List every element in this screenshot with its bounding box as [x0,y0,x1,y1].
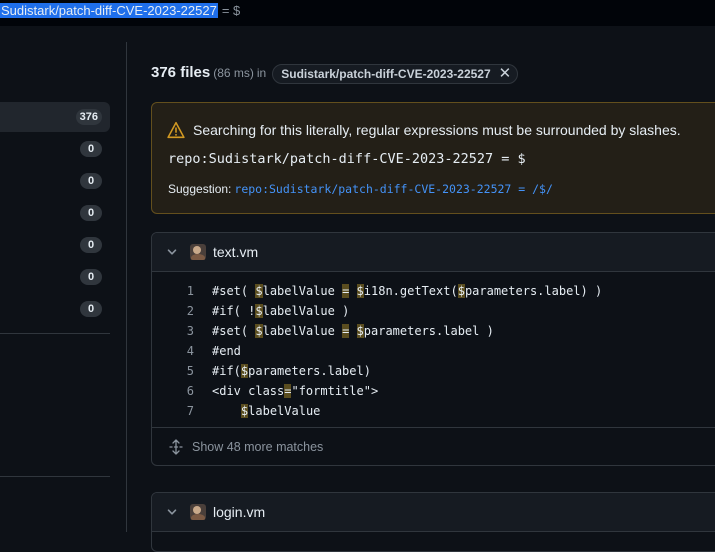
code-line: 5 #if($parameters.label) [152,361,715,381]
line-number[interactable]: 7 [172,401,194,421]
code-line: 2 #if( !$labelValue ) [152,301,715,321]
file-name-link[interactable]: login.vm [213,504,265,520]
warning-query: repo:Sudistark/patch-diff-CVE-2023-22527… [168,151,526,167]
code-snippet: 1 #set( $labelValue = $i18n.getText($para… [152,272,715,427]
code-text: #end [212,344,241,358]
alert-icon [167,121,185,139]
result-card: text.vm 1 #set( $labelValue = $i18n.getTe… [151,232,715,466]
filter-item[interactable]: 0 [0,166,110,196]
repo-filter-chip: Sudistark/patch-diff-CVE-2023-22527 ✕ [272,63,519,84]
code-text: $labelValue [240,404,321,418]
suggestion: Suggestion: repo:Sudistark/patch-diff-CVE… [168,182,553,196]
filter-item[interactable]: 0 [0,134,110,164]
chevron-down-icon[interactable] [166,246,178,258]
result-card: login.vm [151,492,715,552]
suggestion-label: Suggestion: [168,182,232,196]
results-count: 376 files [151,64,211,81]
sidebar-divider [0,476,110,477]
suggestion-link[interactable]: repo:Sudistark/patch-diff-CVE-2023-22527… [234,182,553,196]
result-card-header[interactable]: login.vm [152,493,715,532]
close-icon[interactable]: ✕ [499,65,512,83]
show-more-matches-label: Show 48 more matches [192,440,324,454]
top-spacer [0,26,715,42]
line-number[interactable]: 5 [172,361,194,381]
filter-count-badge: 376 [75,109,102,125]
results-in-label: in [256,66,267,80]
code-text: <div class="formtitle"> [212,384,379,398]
line-number[interactable]: 4 [172,341,194,361]
filter-item[interactable]: 0 [0,198,110,228]
code-line: 7 $labelValue [152,401,715,421]
repo-chip-label: Sudistark/patch-diff-CVE-2023-22527 [281,66,491,81]
file-name-link[interactable]: text.vm [213,244,258,260]
sidebar-divider [0,333,110,334]
filter-count-badge: 0 [80,141,102,157]
filter-count-badge: 0 [80,301,102,317]
filter-count-badge: 0 [80,205,102,221]
owner-avatar[interactable] [190,504,206,520]
line-number[interactable]: 6 [172,381,194,401]
filter-count-badge: 0 [80,269,102,285]
filter-item[interactable]: 0 [0,230,110,260]
code-text: #if($parameters.label) [212,364,371,378]
filter-item[interactable]: 0 [0,294,110,324]
line-number[interactable]: 3 [172,321,194,341]
regex-warning-banner: Searching for this literally, regular ex… [151,102,715,214]
filter-sidebar: 376 0 0 0 0 0 0 [0,42,127,532]
warning-message: Searching for this literally, regular ex… [193,122,681,138]
code-text: #if( !$labelValue ) [212,304,350,318]
filter-count-badge: 0 [80,173,102,189]
code-text: #set( $labelValue = $parameters.label ) [212,324,494,338]
code-line: 4 #end [152,341,715,361]
code-line: 1 #set( $labelValue = $i18n.getText($para… [152,281,715,301]
owner-avatar[interactable] [190,244,206,260]
filter-count-badge: 0 [80,237,102,253]
code-line: 6 <div class="formtitle"> [152,381,715,401]
line-number[interactable]: 2 [172,301,194,321]
show-more-matches-button[interactable]: Show 48 more matches [152,427,715,465]
search-bar[interactable]: Sudistark/patch-diff-CVE-2023-22527 = $ [0,0,715,27]
results-time: (86 ms) [213,66,254,80]
chevron-down-icon[interactable] [166,506,178,518]
filter-item-code[interactable]: 376 [0,102,110,132]
code-line: 3 #set( $labelValue = $parameters.label ) [152,321,715,341]
result-card-header[interactable]: text.vm [152,233,715,272]
filter-item[interactable]: 0 [0,262,110,292]
search-query-rest: = $ [221,3,241,18]
code-text: #set( $labelValue = $i18n.getText($param… [212,284,603,298]
search-query-selected-text: Sudistark/patch-diff-CVE-2023-22527 [0,3,218,18]
line-number[interactable]: 1 [172,281,194,301]
unfold-icon [169,439,183,455]
search-query[interactable]: Sudistark/patch-diff-CVE-2023-22527 = $ [0,2,240,20]
results-header: 376 files (86 ms) in Sudistark/patch-diff-C… [151,62,519,84]
